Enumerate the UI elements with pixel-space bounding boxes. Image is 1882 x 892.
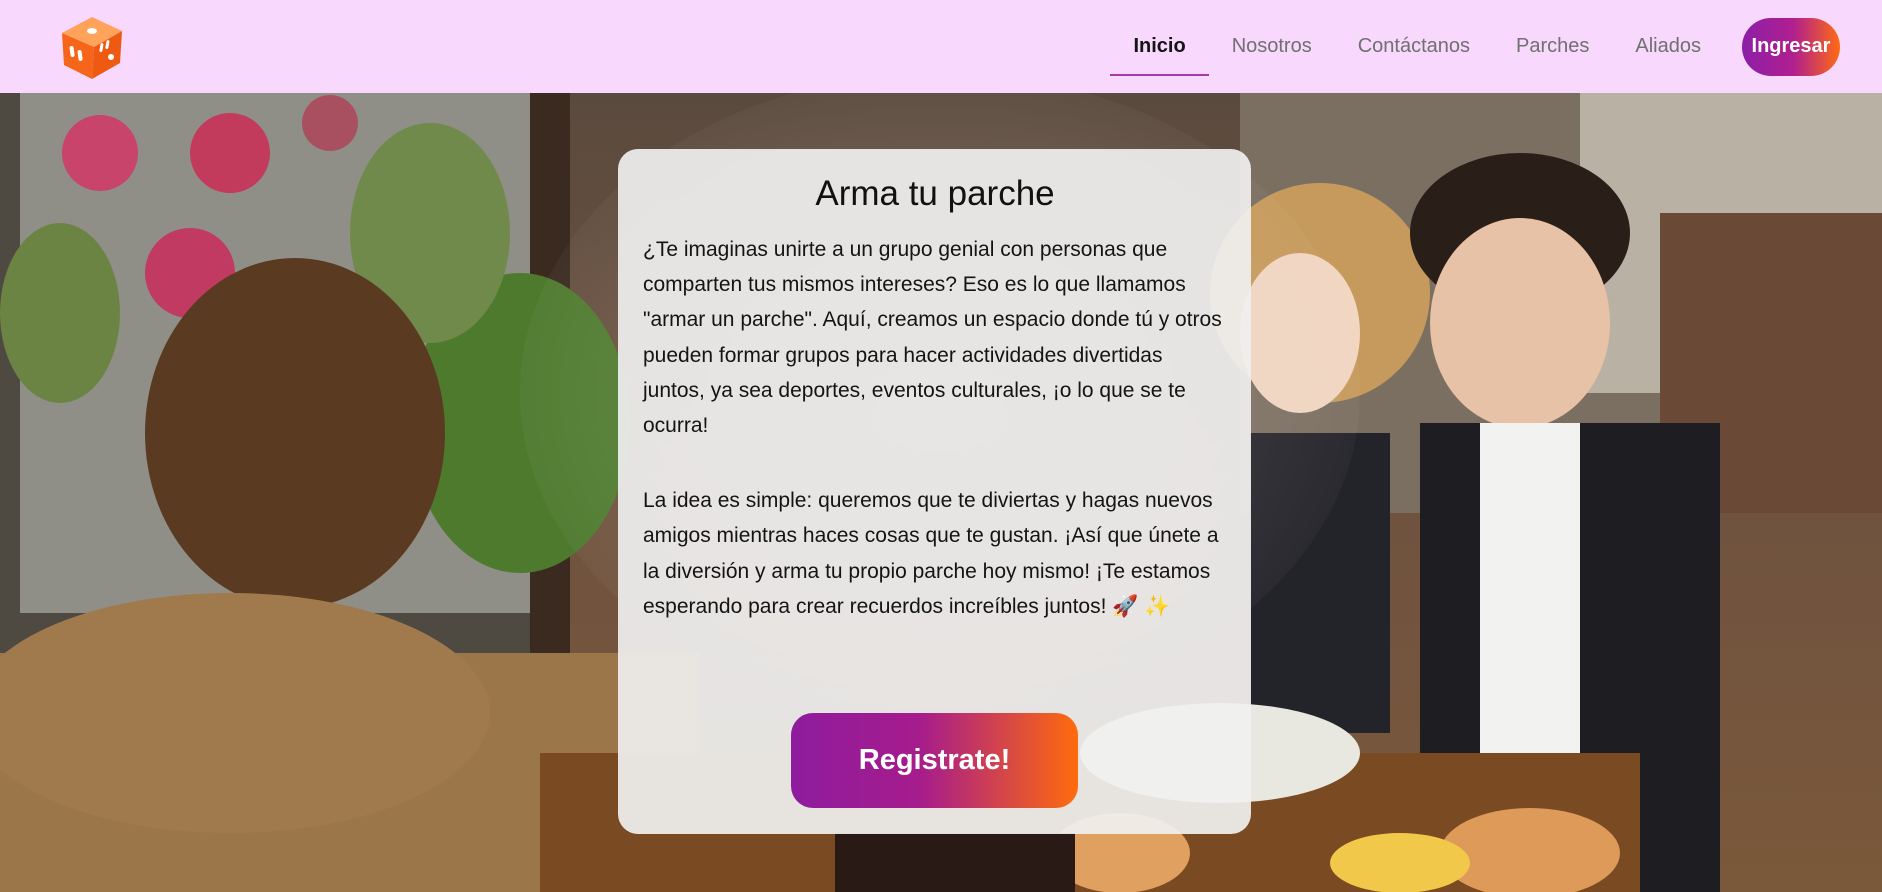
register-button[interactable]: Registrate! [791,713,1078,808]
intro-paragraph: ¿Te imaginas unirte a un grupo genial co… [643,238,1222,438]
dice-logo-icon[interactable] [56,13,128,81]
nav-link-contactanos[interactable]: Contáctanos [1335,0,1493,93]
nav-link-inicio[interactable]: Inicio [1110,0,1209,93]
intro-card: Arma tu parche ¿Te imaginas unirte a un … [618,149,1251,834]
top-navbar: Inicio Nosotros Contáctanos Parches Alia… [0,0,1882,93]
card-title: Arma tu parche [815,174,1055,213]
idea-paragraph: La idea es simple: queremos que te divie… [643,489,1219,618]
nav-link-aliados[interactable]: Aliados [1612,0,1724,93]
nav-link-parches[interactable]: Parches [1493,0,1612,93]
main-nav: Inicio Nosotros Contáctanos Parches Alia… [1110,0,1882,93]
nav-link-nosotros[interactable]: Nosotros [1209,0,1335,93]
login-button[interactable]: Ingresar [1742,17,1840,76]
